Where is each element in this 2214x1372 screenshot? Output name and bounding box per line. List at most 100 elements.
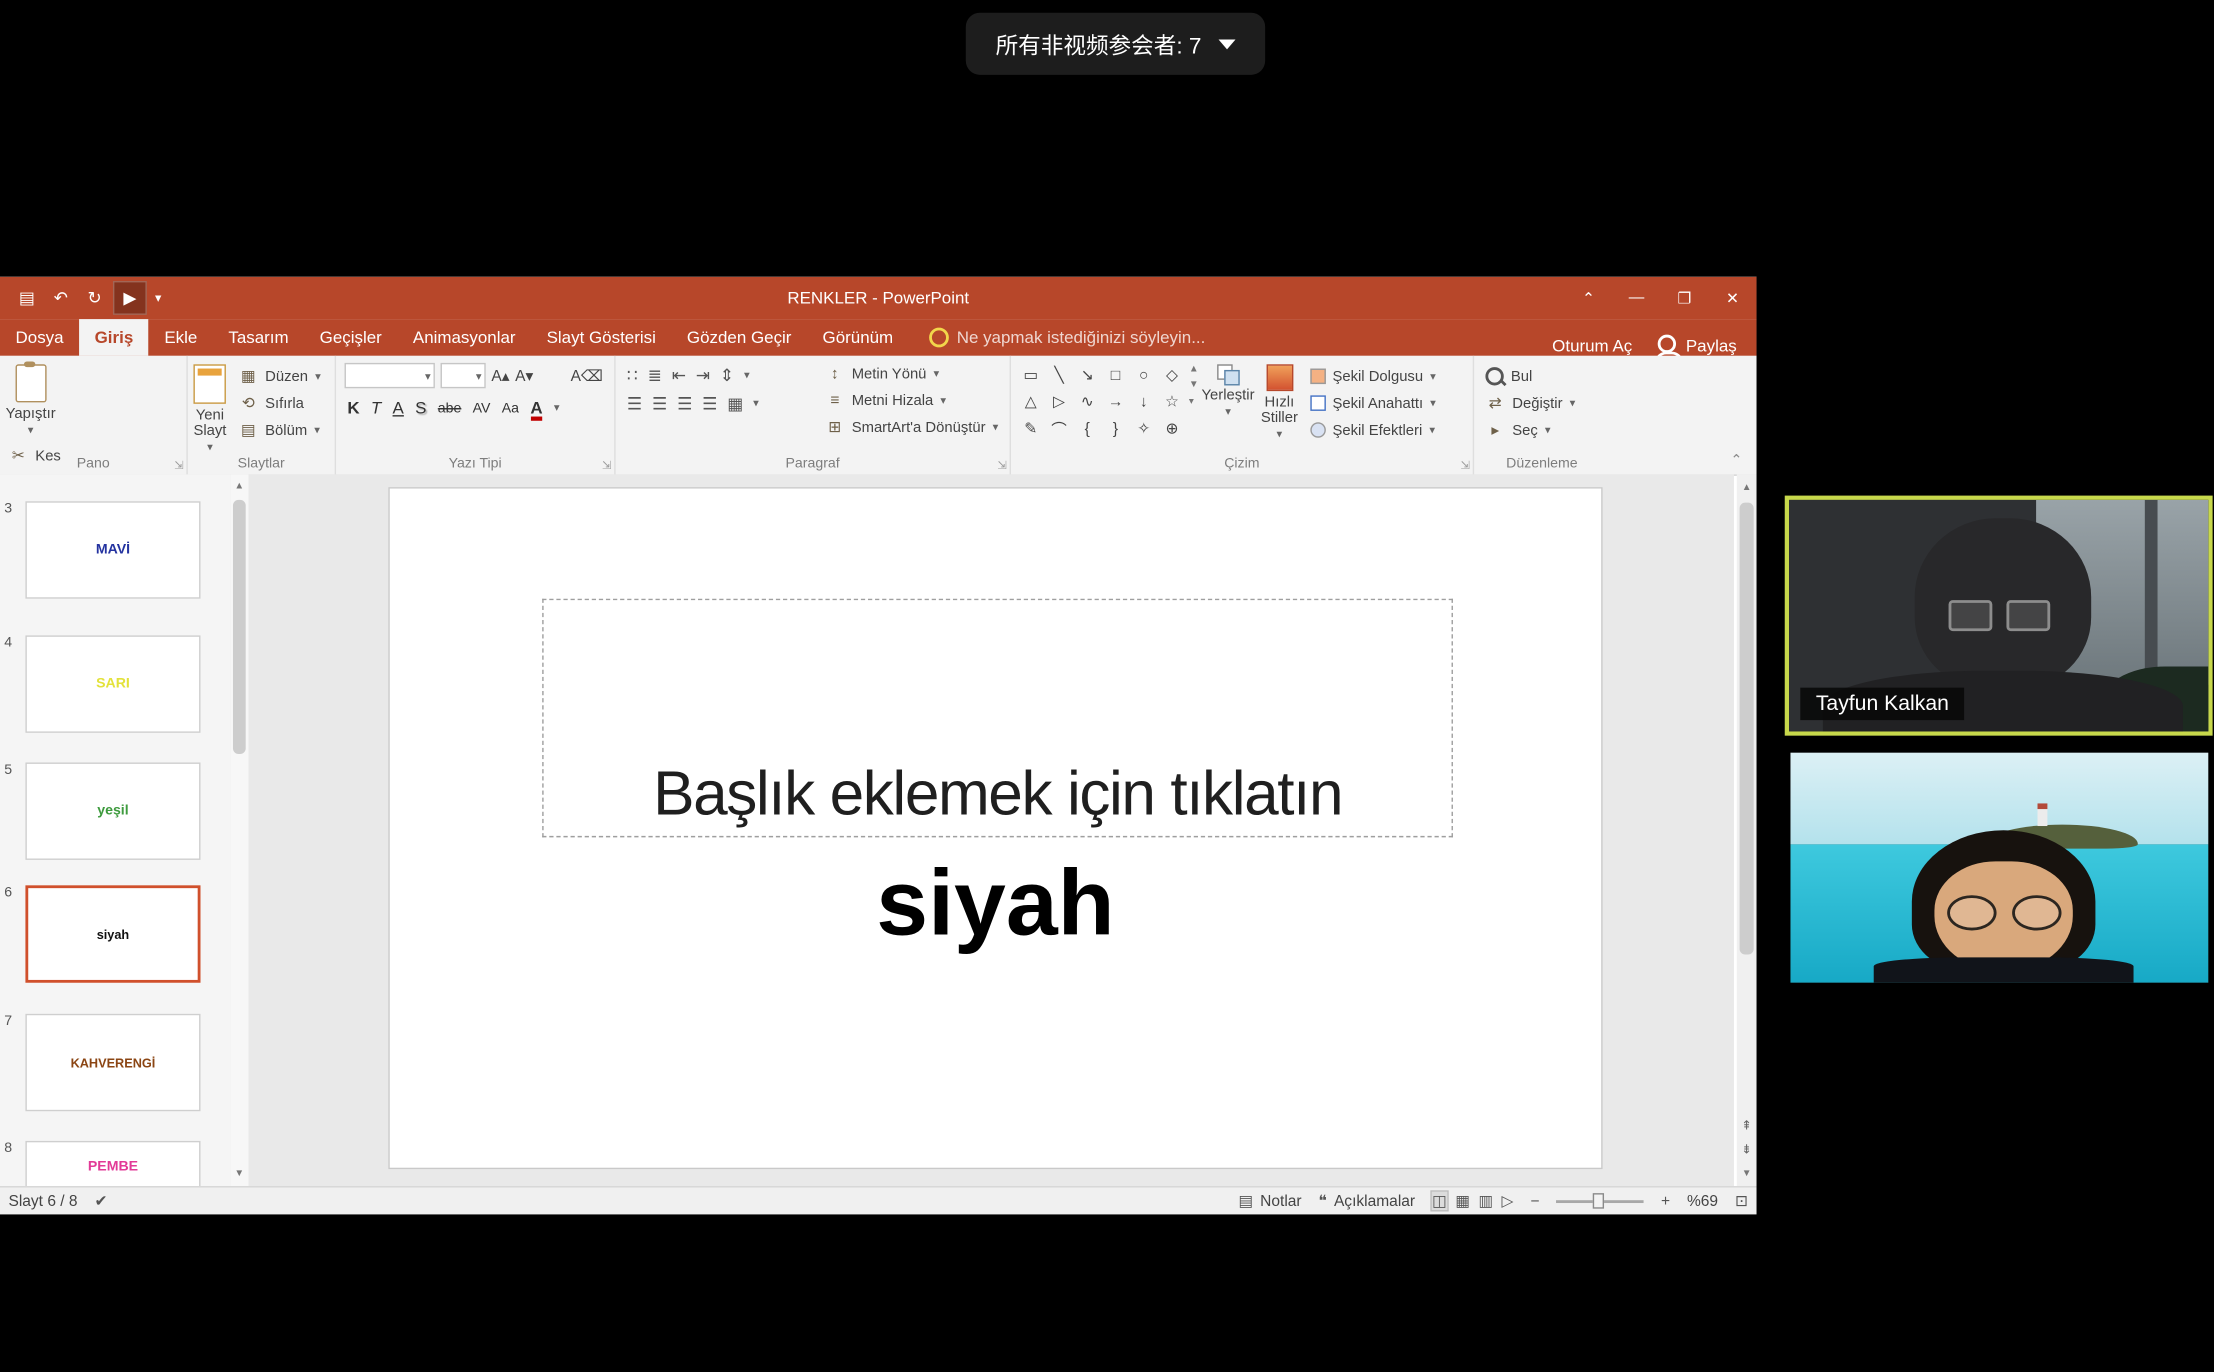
reset-button[interactable]: ⟲ Sıfırla — [238, 393, 320, 414]
slideshow-view-icon[interactable]: ▷ — [1502, 1192, 1514, 1210]
slide-thumbnail-7[interactable]: KAHVERENGİ — [25, 1014, 200, 1111]
justify-button[interactable]: ☰ — [702, 394, 717, 414]
shape-effects-button[interactable]: Şekil Efektleri ▾ — [1310, 419, 1436, 440]
zoom-slider[interactable] — [1556, 1199, 1644, 1202]
gallery-more-icon[interactable]: ▾ — [1189, 395, 1199, 406]
shape-icon[interactable]: ✎ — [1017, 415, 1045, 442]
dialog-launcher-icon[interactable]: ⇲ — [1460, 459, 1469, 472]
shape-icon[interactable]: ↓ — [1130, 388, 1158, 415]
chevron-down-icon[interactable] — [1218, 39, 1235, 49]
title-placeholder[interactable]: Başlık eklemek için tıklatın — [542, 599, 1453, 838]
scrollbar-thumb[interactable] — [233, 500, 246, 754]
tab-giris[interactable]: Giriş — [79, 319, 149, 356]
thumbnail-panel-scrollbar[interactable]: ▲ ▼ — [230, 474, 248, 1186]
video-tile-tayfun-kalkan[interactable]: Tayfun Kalkan — [1785, 496, 2213, 736]
select-button[interactable]: ▸ Seç ▾ — [1485, 419, 1575, 440]
save-icon[interactable]: ▤ — [11, 282, 42, 313]
layout-button[interactable]: ▦ Düzen ▾ — [238, 366, 320, 387]
align-center-button[interactable]: ☰ — [652, 394, 667, 414]
start-slideshow-icon[interactable]: ▶ — [113, 281, 147, 315]
share-button[interactable]: Paylaş — [1658, 336, 1737, 356]
fit-to-window-icon[interactable]: ⊡ — [1735, 1192, 1748, 1210]
collapse-ribbon-icon[interactable]: ⌃ — [1731, 453, 1743, 469]
tab-gorunum[interactable]: Görünüm — [807, 319, 909, 356]
gallery-down-icon[interactable]: ▼ — [1189, 380, 1199, 390]
decrease-indent-button[interactable]: ⇤ — [672, 366, 686, 386]
increase-indent-button[interactable]: ⇥ — [696, 366, 710, 386]
tab-slayt-gosterisi[interactable]: Slayt Gösterisi — [531, 319, 671, 356]
new-slide-button[interactable]: Yeni Slayt ▾ — [193, 356, 226, 452]
previous-slide-icon[interactable]: ⇞ — [1741, 1118, 1752, 1134]
slide-sorter-view-icon[interactable]: ▦ — [1455, 1192, 1470, 1210]
shape-icon[interactable]: ⊕ — [1158, 415, 1186, 442]
paste-button[interactable]: Yapıştır ▾ — [6, 356, 56, 435]
video-tile-participant-2[interactable] — [1790, 753, 2208, 983]
dialog-launcher-icon[interactable]: ⇲ — [602, 459, 611, 472]
redo-icon[interactable]: ↻ — [79, 282, 110, 313]
tab-ekle[interactable]: Ekle — [149, 319, 213, 356]
spell-check-icon[interactable]: ✔ — [94, 1192, 107, 1210]
italic-button[interactable]: T — [371, 398, 381, 418]
slide-thumbnail-4[interactable]: SARI — [25, 635, 200, 732]
normal-view-icon[interactable]: ◫ — [1432, 1192, 1447, 1210]
shape-icon[interactable]: ▭ — [1017, 361, 1045, 388]
zoom-in-icon[interactable]: + — [1661, 1192, 1670, 1209]
columns-button[interactable]: ▦ — [727, 394, 743, 414]
undo-icon[interactable]: ↶ — [45, 282, 76, 313]
convert-smartart-button[interactable]: ⊞ SmartArt'a Dönüştür ▾ — [825, 417, 998, 438]
align-right-button[interactable]: ☰ — [677, 394, 692, 414]
scroll-up-icon[interactable]: ▲ — [230, 477, 248, 495]
quick-styles-button[interactable]: Hızlı Stiller ▾ — [1261, 356, 1298, 439]
font-color-button[interactable]: A — [530, 398, 542, 418]
shape-fill-button[interactable]: Şekil Dolgusu ▾ — [1310, 366, 1436, 387]
title-bar[interactable]: RENKLER - PowerPoint ▤ ↶ ↻ ▶ ▾ ⌃ — ❐ ✕ — [0, 277, 1757, 319]
slide-thumbnail-5[interactable]: yeşil — [25, 762, 200, 859]
tell-me-box[interactable]: Ne yapmak istediğinizi söyleyin... — [928, 319, 1205, 356]
replace-button[interactable]: ⇄ Değiştir ▾ — [1485, 393, 1575, 414]
close-button[interactable]: ✕ — [1709, 277, 1757, 319]
slide-thumbnail-3[interactable]: MAVİ — [25, 501, 200, 598]
find-button[interactable]: Bul — [1485, 366, 1575, 387]
shape-outline-button[interactable]: Şekil Anahattı ▾ — [1310, 393, 1436, 414]
tab-gozden-gecir[interactable]: Gözden Geçir — [671, 319, 807, 356]
character-spacing-button[interactable]: AV — [473, 400, 491, 416]
scrollbar-thumb[interactable] — [1740, 503, 1754, 955]
arrange-button[interactable]: Yerleştir ▾ — [1202, 356, 1255, 417]
notes-button[interactable]: ▤ Notlar — [1238, 1192, 1301, 1210]
shape-icon[interactable]: ◇ — [1158, 361, 1186, 388]
shape-icon[interactable]: ╲ — [1045, 361, 1073, 388]
tab-dosya[interactable]: Dosya — [0, 319, 79, 356]
shape-icon[interactable]: ⌒ — [1045, 415, 1073, 442]
shrink-font-button[interactable]: A▾ — [515, 366, 533, 384]
dialog-launcher-icon[interactable]: ⇲ — [997, 459, 1006, 472]
zoom-level[interactable]: %69 — [1687, 1192, 1718, 1209]
slide-canvas[interactable]: Başlık eklemek için tıklatın siyah — [388, 487, 1602, 1169]
shape-icon[interactable]: □ — [1101, 361, 1129, 388]
shape-icon[interactable]: ↘ — [1073, 361, 1101, 388]
shape-icon[interactable]: ○ — [1130, 361, 1158, 388]
tab-tasarim[interactable]: Tasarım — [213, 319, 304, 356]
font-size-combo[interactable]: ▾ — [441, 363, 486, 388]
align-left-button[interactable]: ☰ — [627, 394, 642, 414]
chevron-down-icon[interactable]: ▾ — [554, 404, 560, 412]
strikethrough-button[interactable]: abe — [438, 400, 462, 416]
tab-animasyonlar[interactable]: Animasyonlar — [397, 319, 531, 356]
gallery-up-icon[interactable]: ▲ — [1189, 364, 1199, 374]
slide-thumbnail-6-selected[interactable]: siyah — [25, 885, 200, 982]
minimize-button[interactable]: — — [1613, 277, 1661, 319]
chevron-down-icon[interactable]: ▾ — [28, 426, 34, 434]
font-name-combo[interactable]: ▾ — [345, 363, 435, 388]
underline-button[interactable]: A — [393, 398, 404, 418]
scroll-down-icon[interactable]: ▼ — [230, 1165, 248, 1183]
section-button[interactable]: ▤ Bölüm ▾ — [238, 419, 320, 440]
numbering-button[interactable]: ≣ — [648, 366, 662, 386]
text-direction-button[interactable]: ↕ Metin Yönü ▾ — [825, 363, 998, 384]
shape-icon[interactable]: △ — [1017, 388, 1045, 415]
line-spacing-button[interactable]: ⇕ — [720, 366, 734, 386]
tab-gecisler[interactable]: Geçişler — [304, 319, 397, 356]
shape-icon[interactable]: → — [1101, 388, 1129, 415]
chevron-down-icon[interactable]: ▾ — [207, 443, 213, 451]
grow-font-button[interactable]: A▴ — [491, 366, 509, 384]
shape-icon[interactable]: ✧ — [1130, 415, 1158, 442]
scroll-up-icon[interactable]: ▲ — [1737, 477, 1757, 497]
